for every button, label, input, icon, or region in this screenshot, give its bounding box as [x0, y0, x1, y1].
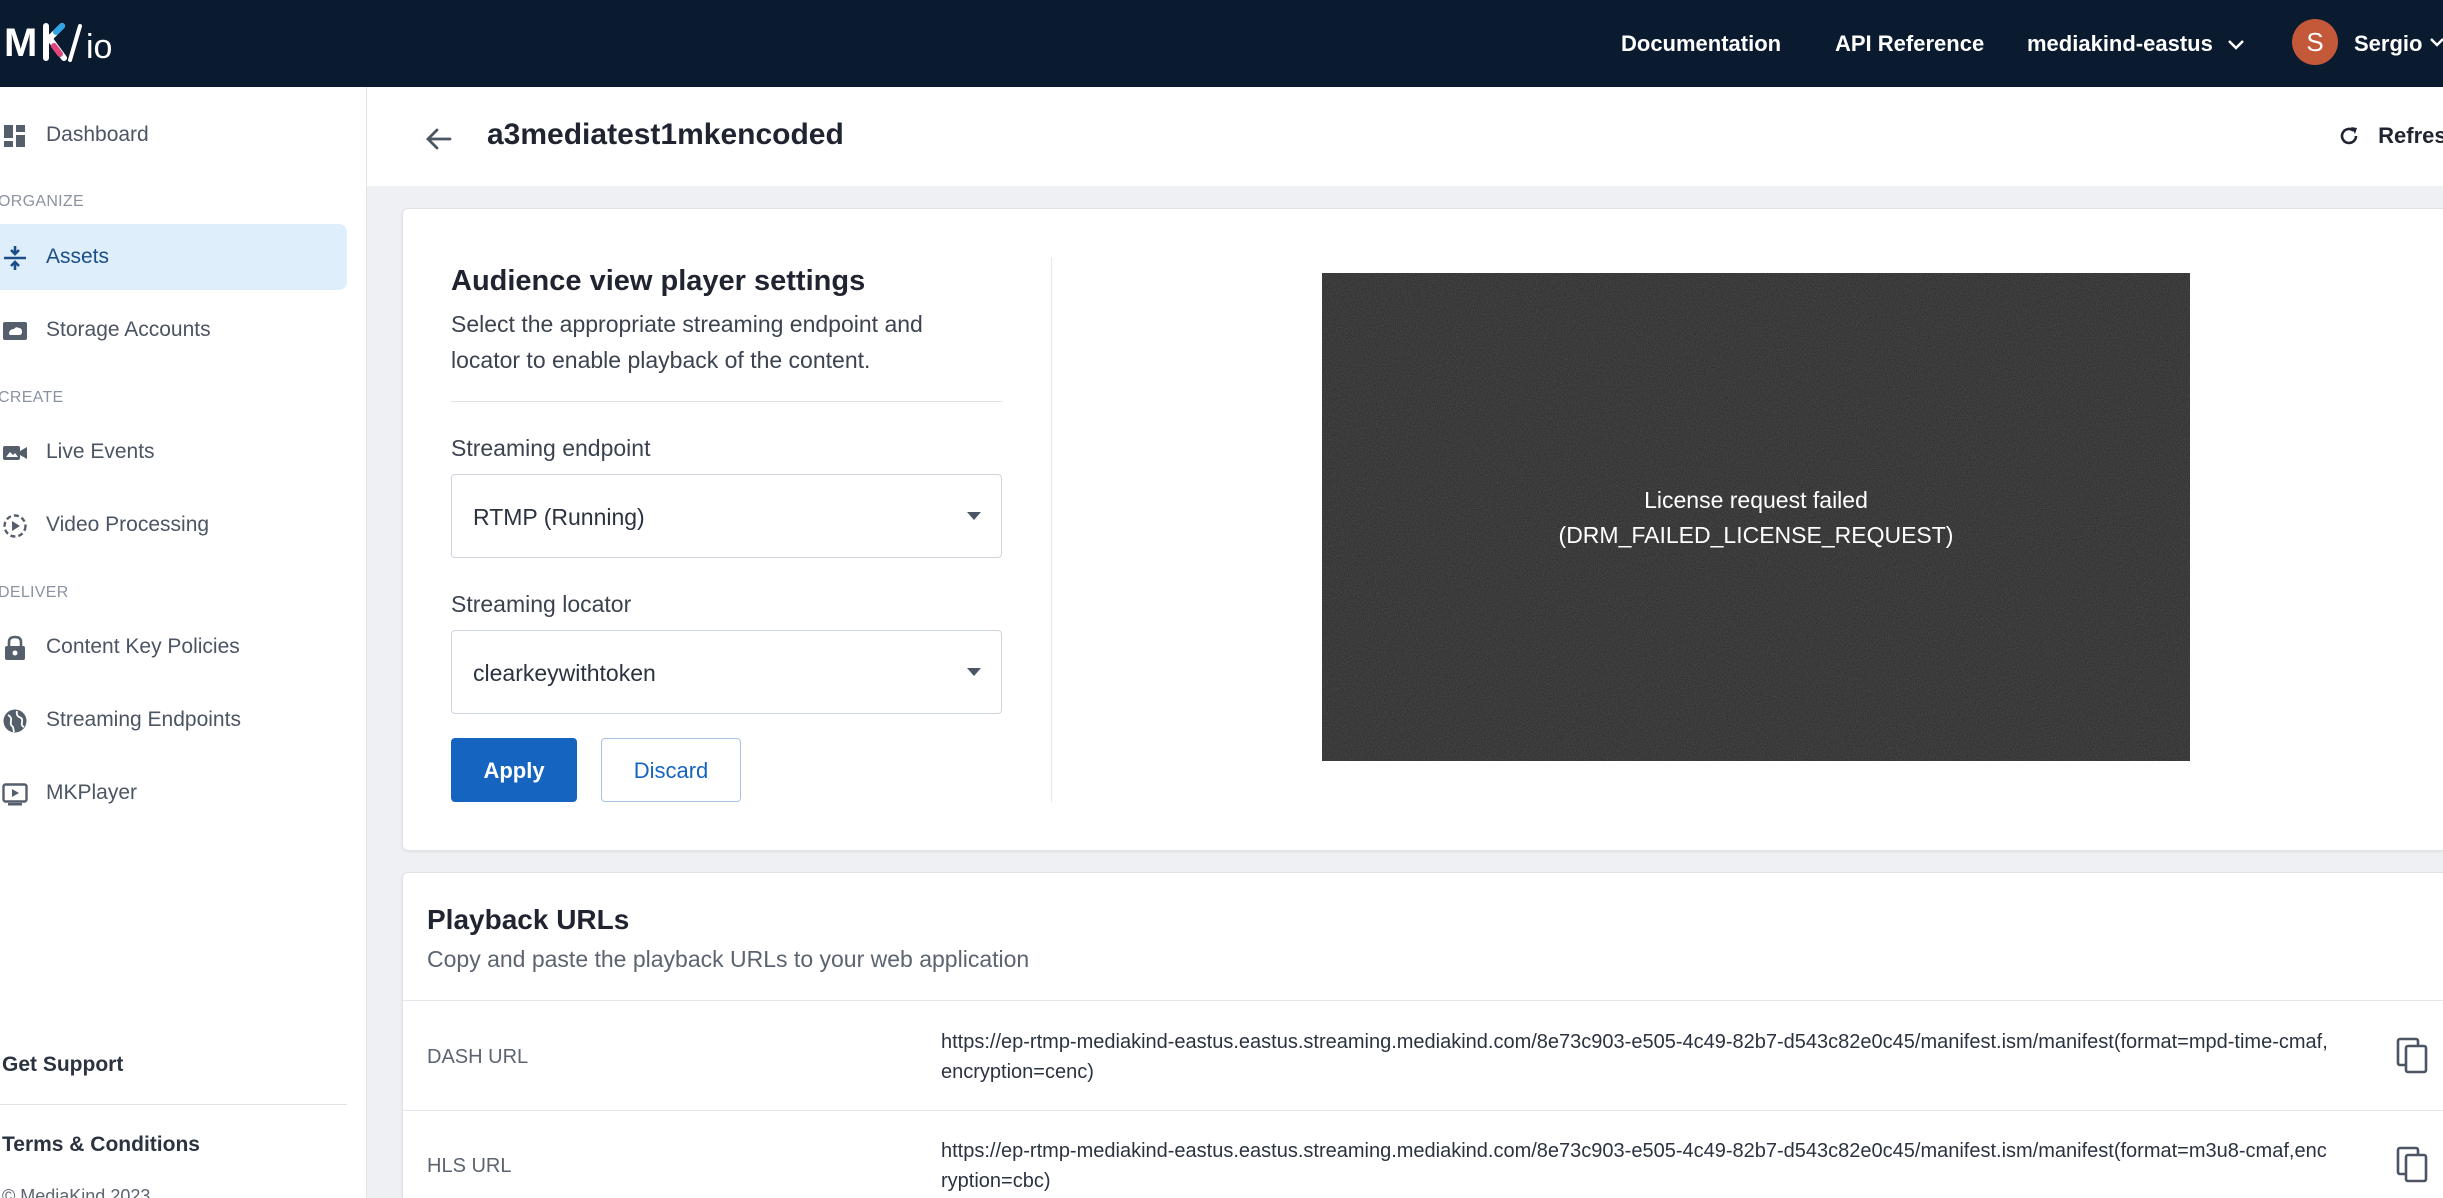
mkio-logo[interactable]: M io [4, 18, 136, 64]
apply-button[interactable]: Apply [451, 738, 577, 802]
sidebar-item-storage-accounts[interactable]: Storage Accounts [0, 297, 347, 363]
discard-button[interactable]: Discard [601, 738, 741, 802]
playback-urls-title: Playback URLs [427, 904, 630, 935]
settings-title: Audience view player settings [451, 265, 866, 297]
video-player[interactable]: License request failed (DRM_FAILED_LICEN… [1322, 273, 2190, 761]
sidebar-item-label: Assets [46, 245, 110, 268]
dashboard-icon [4, 125, 25, 147]
user-name[interactable]: Sergio [2354, 0, 2422, 87]
player-error-line2: (DRM_FAILED_LICENSE_REQUEST) [1558, 522, 1954, 548]
playback-urls-description: Copy and paste the playback URLs to your… [427, 946, 1030, 972]
sidebar-item-streaming-endpoints[interactable]: Streaming Endpoints [0, 687, 347, 753]
hls-url-value[interactable]: https://ep-rtmp-mediakind-eastus.eastus.… [941, 1136, 2331, 1196]
refresh-icon [2340, 127, 2358, 145]
streaming-locator-label: Streaming locator [451, 591, 632, 617]
row-divider [403, 1110, 2443, 1111]
settings-description: Select the appropriate streaming endpoin… [451, 311, 923, 373]
sidebar-item-dashboard[interactable]: Dashboard [0, 102, 347, 168]
streaming-endpoint-select[interactable]: RTMP (Running) [451, 474, 1002, 558]
svg-text:M: M [4, 21, 37, 64]
api-reference-link[interactable]: API Reference [1835, 0, 1984, 87]
sidebar-item-video-processing[interactable]: Video Processing [0, 492, 347, 558]
top-bar: M io Documentation API Reference mediaki… [0, 0, 2443, 87]
back-arrow-icon[interactable] [422, 122, 456, 156]
refresh-button[interactable]: Refresh [2338, 122, 2443, 156]
copyright-text: © MediaKind 2023 [2, 1186, 151, 1198]
sidebar-item-live-events[interactable]: Live Events [0, 419, 347, 485]
row-divider [403, 1000, 2443, 1001]
player-error-line1: License request failed [1644, 487, 1868, 513]
environment-label: mediakind-eastus [2027, 31, 2213, 56]
streaming-locator-select[interactable]: clearkeywithtoken [451, 630, 1002, 714]
sidebar-item-label: Dashboard [46, 123, 149, 146]
section-label-deliver: DELIVER [0, 584, 69, 601]
environment-dropdown[interactable]: mediakind-eastus [2027, 0, 2245, 87]
page-title: a3mediatest1mkencoded [487, 118, 844, 151]
sidebar-item-label: Video Processing [46, 513, 210, 536]
sidebar-item-content-key-policies[interactable]: Content Key Policies [0, 614, 347, 680]
sidebar-item-assets[interactable]: Assets [0, 224, 347, 290]
hls-url-label: HLS URL [427, 1155, 512, 1177]
sidebar-item-label: Storage Accounts [46, 318, 211, 341]
caret-down-icon [967, 668, 981, 676]
sidebar-item-label: Live Events [46, 440, 155, 463]
get-support-link[interactable]: Get Support [2, 1053, 123, 1077]
sidebar-item-label: MKPlayer [46, 781, 138, 804]
dash-url-label: DASH URL [427, 1046, 529, 1068]
assets-icon [4, 246, 26, 270]
settings-divider [451, 401, 1002, 402]
dash-url-value[interactable]: https://ep-rtmp-mediakind-eastus.eastus.… [941, 1027, 2331, 1087]
svg-text:io: io [86, 28, 112, 64]
storage-icon [3, 322, 27, 340]
sidebar-item-mkplayer[interactable]: MKPlayer [0, 760, 347, 826]
copy-icon[interactable] [2396, 1146, 2430, 1184]
copy-icon[interactable] [2396, 1037, 2430, 1075]
sidebar-item-label: Streaming Endpoints [46, 708, 241, 731]
terms-link[interactable]: Terms & Conditions [2, 1133, 200, 1157]
sidebar-divider [0, 1104, 347, 1105]
streaming-endpoint-label: Streaming endpoint [451, 435, 651, 461]
player-icon [2, 783, 28, 806]
section-label-organize: ORGANIZE [0, 193, 84, 210]
avatar[interactable]: S [2292, 19, 2338, 65]
vertical-divider [1051, 257, 1052, 802]
streaming-locator-value: clearkeywithtoken [473, 660, 656, 686]
video-processing-icon [3, 514, 27, 538]
video-camera-icon [3, 446, 27, 460]
globe-icon [3, 709, 27, 733]
player-error-message: License request failed (DRM_FAILED_LICEN… [1322, 483, 2190, 553]
lock-icon [5, 635, 25, 660]
sidebar-item-label: Content Key Policies [46, 635, 240, 658]
caret-down-icon [967, 512, 981, 520]
documentation-link[interactable]: Documentation [1621, 0, 1781, 87]
streaming-endpoint-value: RTMP (Running) [473, 504, 645, 530]
refresh-label: Refresh [2378, 123, 2443, 149]
section-label-create: CREATE [0, 389, 64, 406]
user-menu-chevron-icon[interactable] [2430, 37, 2443, 49]
chevron-down-icon [2228, 40, 2244, 50]
